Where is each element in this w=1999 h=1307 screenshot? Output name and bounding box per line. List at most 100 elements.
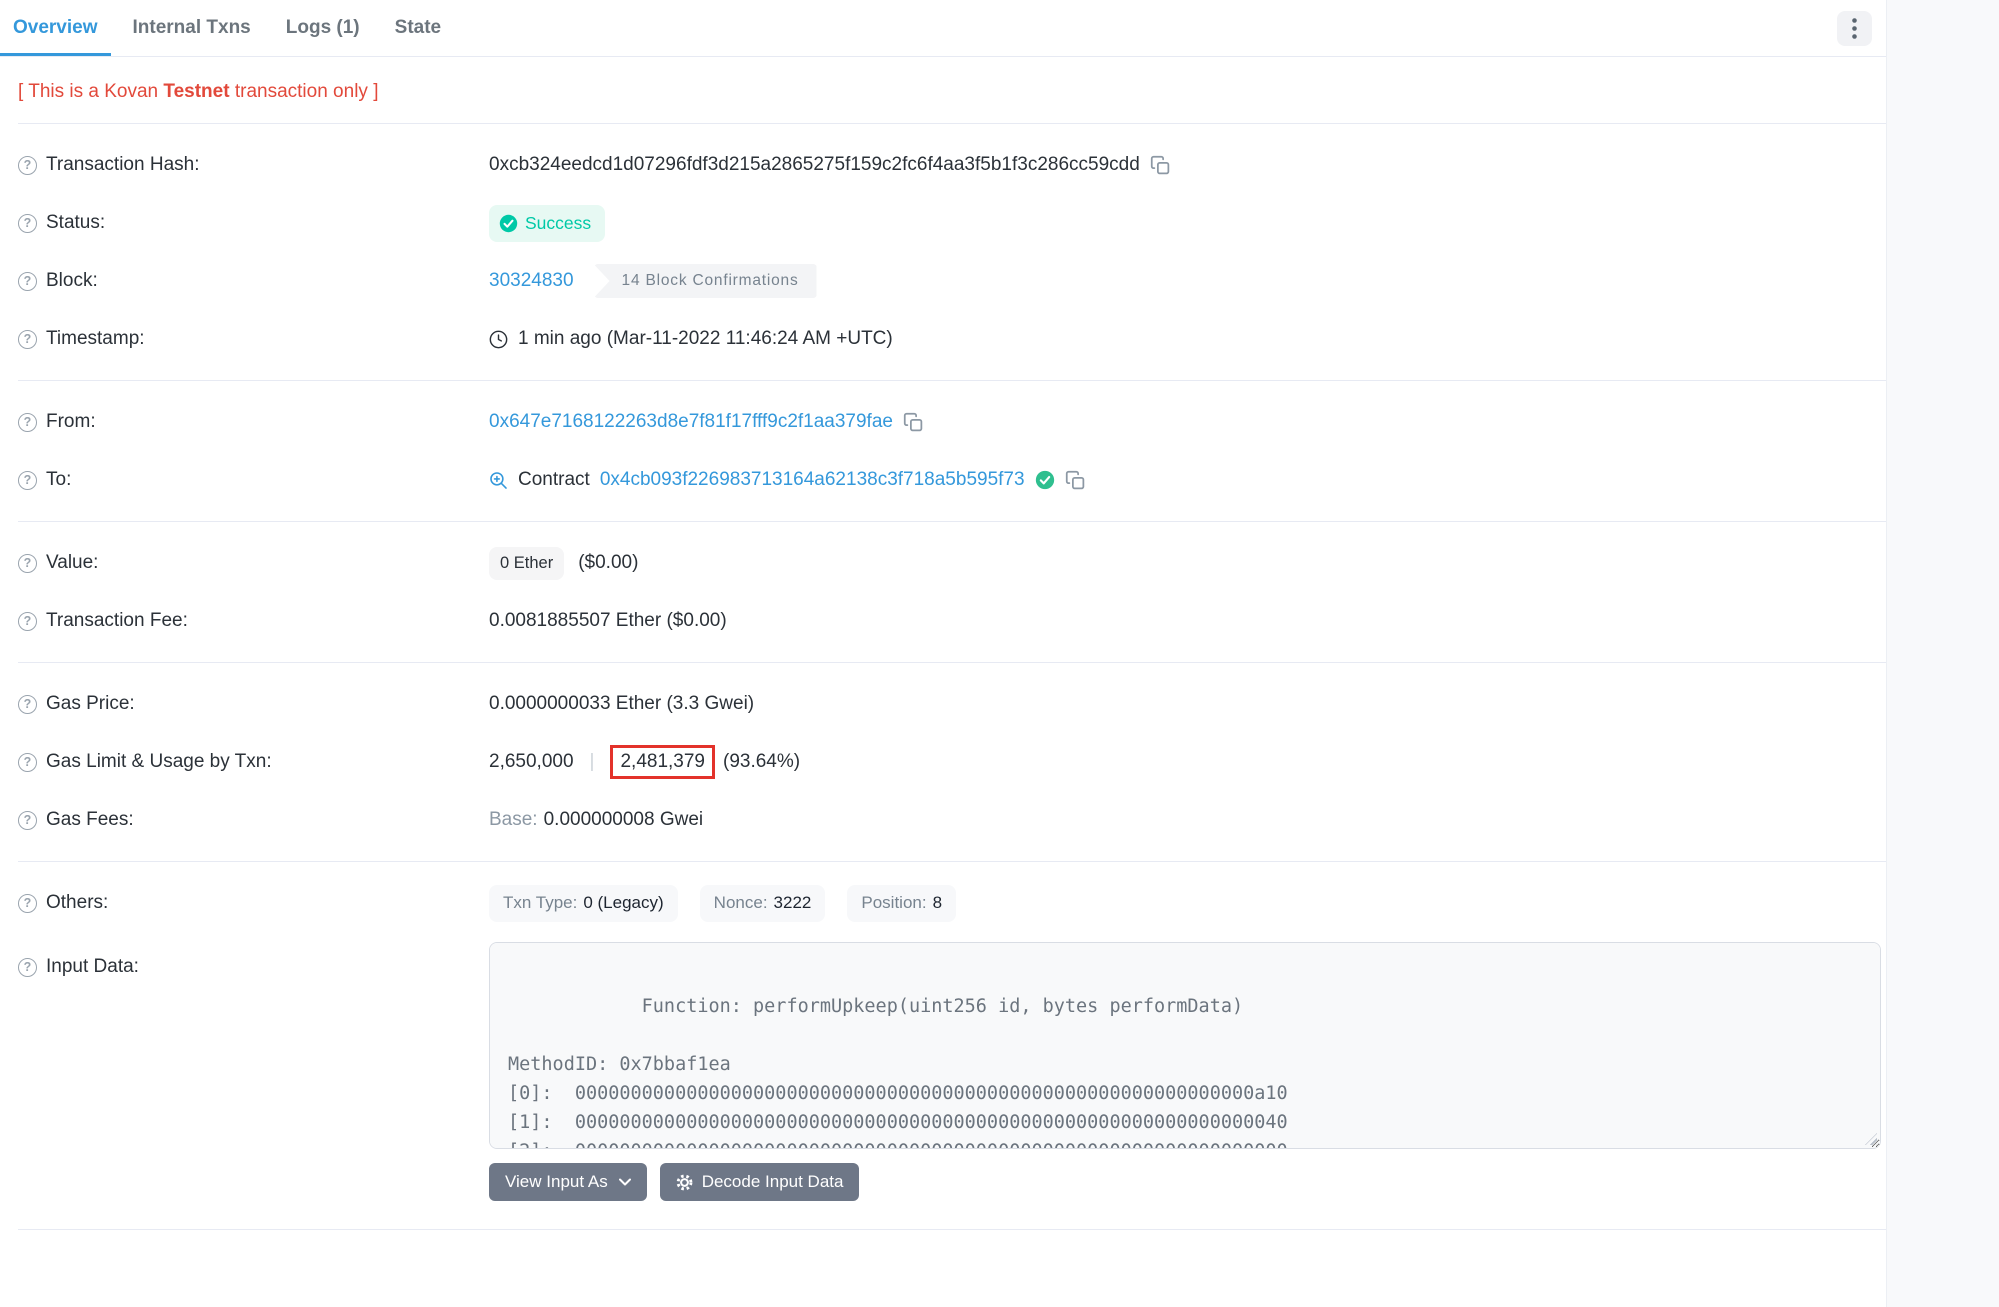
more-options-button[interactable] [1837,11,1872,46]
clock-icon [489,330,508,349]
status-badge: Success [489,205,605,242]
help-circle-icon [18,156,37,175]
page-background-strip [1886,0,1999,1307]
block-number-link[interactable]: 30324830 [489,270,574,292]
input-data-box[interactable]: Function: performUpkeep(uint256 id, byte… [489,942,1881,1149]
check-circle-icon [1035,470,1055,490]
status-badge-text: Success [525,213,591,234]
help-circle-icon [18,413,37,432]
decode-input-data-button[interactable]: Decode Input Data [660,1163,860,1201]
gas-price-value: 0.0000000033 Ether (3.3 Gwei) [489,693,754,715]
transaction-hash-label: Transaction Hash: [46,154,199,176]
row-transaction-hash: Transaction Hash: 0xcb324eedcd1d07296fdf… [18,136,1868,194]
gas-price-label: Gas Price: [46,693,135,715]
row-gas-price: Gas Price: 0.0000000033 Ether (3.3 Gwei) [18,675,1868,733]
check-circle-icon [499,214,518,233]
from-address-link[interactable]: 0x647e7168122263d8e7f81f17fff9c2f1aa379f… [489,411,893,433]
divider [18,521,1886,522]
to-label: To: [46,469,71,491]
tab-bar: Overview Internal Txns Logs (1) State [0,0,1886,57]
to-type-prefix: Contract [518,469,590,491]
transaction-hash-value: 0xcb324eedcd1d07296fdf3d215a2865275f159c… [489,154,1140,176]
base-fee-value: 0.000000008 Gwei [544,809,704,831]
row-block: Block: 30324830 14 Block Confirmations [18,252,1868,310]
copy-icon [903,412,924,433]
row-from: From: 0x647e7168122263d8e7f81f17fff9c2f1… [18,393,1868,451]
gas-used-value: 2,481,379 [620,751,705,772]
divider [18,861,1886,862]
tab-logs[interactable]: Logs (1) [273,3,373,56]
txn-type-badge: Txn Type: 0 (Legacy) [489,885,678,922]
view-input-as-button[interactable]: View Input As [489,1163,647,1201]
row-others: Others: Txn Type: 0 (Legacy) Nonce: 3222… [18,874,1868,932]
transaction-card: Overview Internal Txns Logs (1) State [ … [0,0,1886,1307]
from-label: From: [46,411,96,433]
zoom-in-icon[interactable] [489,471,508,490]
input-data-label: Input Data: [46,956,139,978]
help-circle-icon [18,753,37,772]
help-circle-icon [18,330,37,349]
copy-from-address-button[interactable] [903,412,924,433]
position-key: Position: [861,893,926,913]
help-circle-icon [18,272,37,291]
gas-limit-value: 2,650,000 [489,751,574,773]
row-input-data: Input Data: Function: performUpkeep(uint… [18,942,1868,1201]
row-status: Status: Success [18,194,1868,252]
tab-overview[interactable]: Overview [0,3,111,56]
txn-type-value: 0 (Legacy) [583,893,663,913]
bottom-spacer [18,1242,1868,1269]
transaction-fee-value: 0.0081885507 Ether ($0.00) [489,610,727,632]
txn-type-key: Txn Type: [503,893,577,913]
notice-suffix: transaction only ] [230,81,379,102]
row-gas-fees: Gas Fees: Base: 0.000000008 Gwei [18,791,1868,849]
overview-panel: [ This is a Kovan Testnet transaction on… [0,81,1886,1269]
divider [18,662,1886,663]
help-circle-icon [18,811,37,830]
help-circle-icon [18,894,37,913]
status-label: Status: [46,212,105,234]
block-label: Block: [46,270,98,292]
tab-state[interactable]: State [382,3,454,56]
row-to: To: Contract 0x4cb093f226983713164a62138… [18,451,1868,509]
tab-internal-txns[interactable]: Internal Txns [120,3,264,56]
help-circle-icon [18,695,37,714]
position-badge: Position: 8 [847,885,956,922]
decode-input-data-label: Decode Input Data [702,1172,844,1192]
copy-to-address-button[interactable] [1065,470,1086,491]
input-data-actions: View Input As Decode Input Data [489,1163,1881,1201]
help-circle-icon [18,214,37,233]
nonce-badge: Nonce: 3222 [700,885,826,922]
nonce-key: Nonce: [714,893,768,913]
transaction-detail-page: Overview Internal Txns Logs (1) State [ … [0,0,1999,1307]
usd-value: ($0.00) [578,552,638,574]
transaction-fee-label: Transaction Fee: [46,610,188,632]
to-address-link[interactable]: 0x4cb093f226983713164a62138c3f718a5b595f… [600,469,1025,491]
resize-handle[interactable] [1865,1133,1877,1145]
help-circle-icon [18,471,37,490]
row-timestamp: Timestamp: 1 min ago (Mar-11-2022 11:46:… [18,310,1868,368]
nonce-value: 3222 [774,893,812,913]
help-circle-icon [18,958,37,977]
kebab-menu-icon [1852,18,1857,39]
divider [18,380,1886,381]
view-input-as-label: View Input As [505,1172,608,1192]
notice-bold: Testnet [163,81,229,102]
divider [18,123,1886,124]
gear-icon [676,1174,693,1191]
row-transaction-fee: Transaction Fee: 0.0081885507 Ether ($0.… [18,592,1868,650]
ether-value-badge: 0 Ether [489,547,564,580]
gas-used-percent: (93.64%) [723,751,800,773]
timestamp-value: 1 min ago (Mar-11-2022 11:46:24 AM +UTC) [518,328,893,350]
position-value: 8 [933,893,942,913]
gas-fees-label: Gas Fees: [46,809,134,831]
caret-down-icon [619,1178,631,1186]
block-confirmations-badge: 14 Block Confirmations [594,264,817,298]
row-value: Value: 0 Ether ($0.00) [18,534,1868,592]
help-circle-icon [18,554,37,573]
row-gas-limit-usage: Gas Limit & Usage by Txn: 2,650,000 | 2,… [18,733,1868,791]
input-data-text: Function: performUpkeep(uint256 id, byte… [508,996,1288,1149]
value-label: Value: [46,552,98,574]
copy-hash-button[interactable] [1150,155,1171,176]
others-label: Others: [46,892,108,914]
timestamp-label: Timestamp: [46,328,145,350]
